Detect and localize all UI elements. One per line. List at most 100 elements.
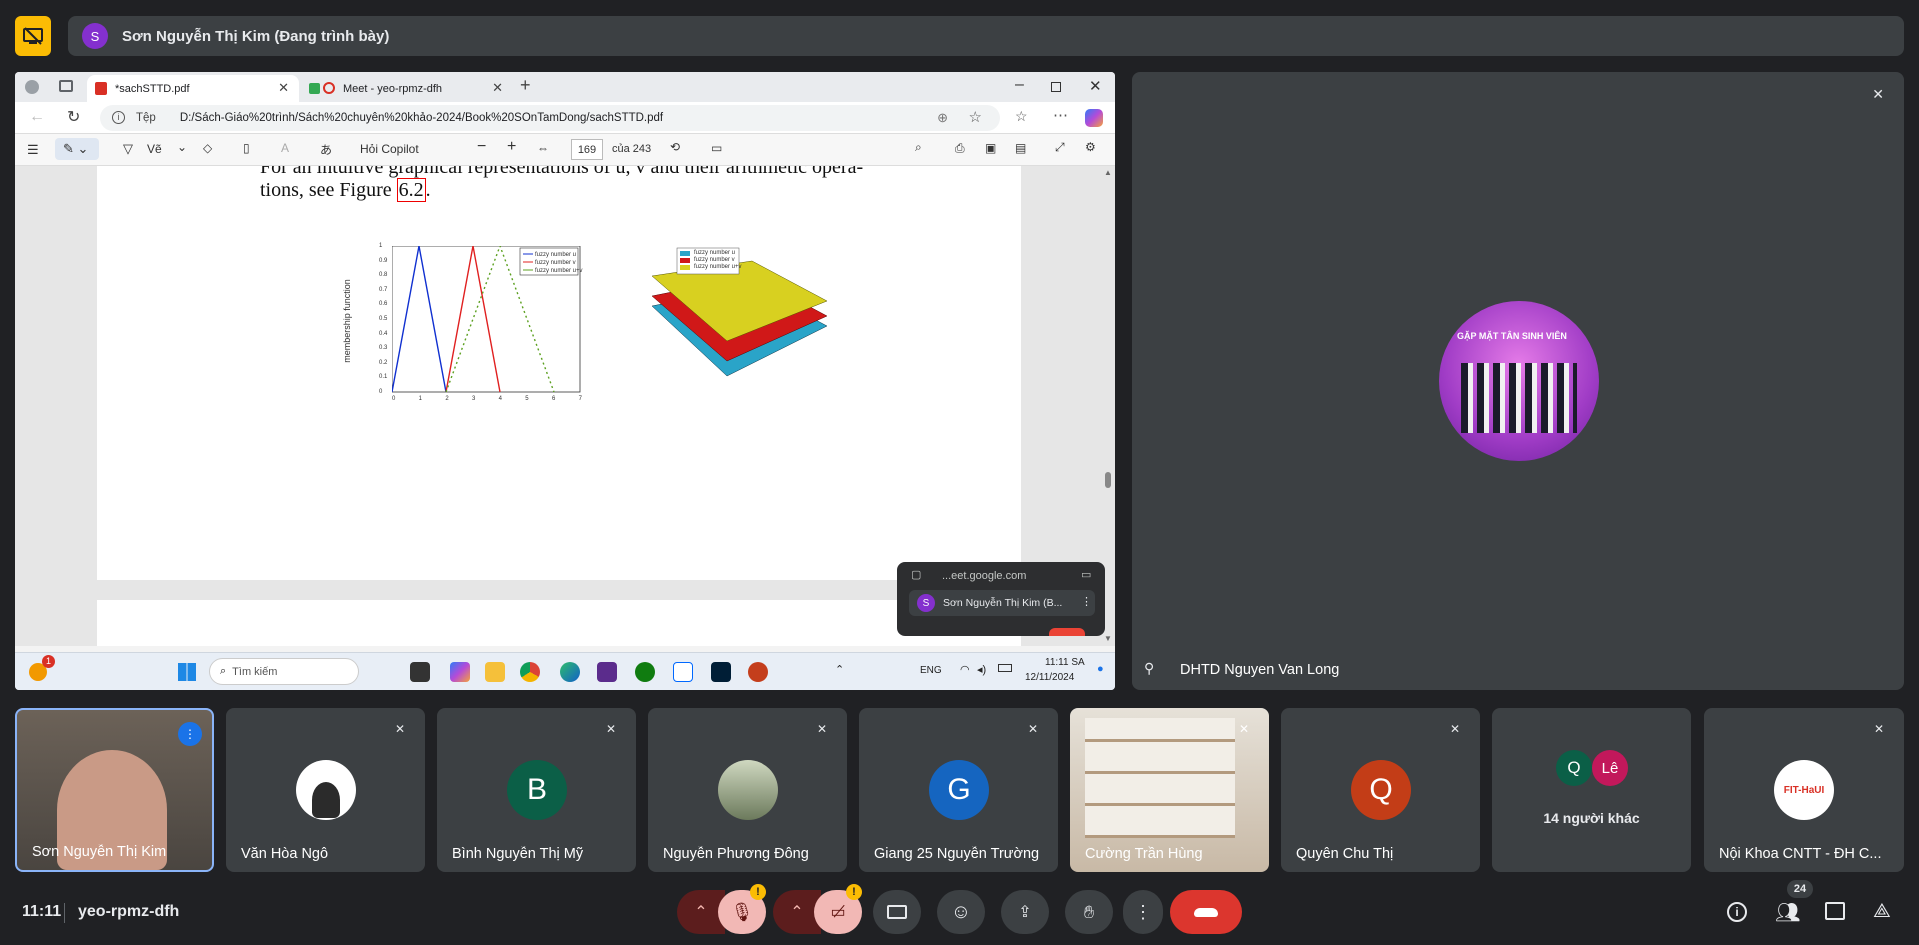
stop-presenting-icon[interactable]: [15, 16, 51, 56]
back-icon[interactable]: ←: [29, 108, 45, 126]
figure-link[interactable]: 6.2: [396, 178, 426, 202]
zalo-icon[interactable]: [673, 662, 693, 682]
text-view-icon[interactable]: ▯: [243, 141, 250, 155]
close-tab-icon[interactable]: ✕: [492, 80, 503, 96]
translate-icon[interactable]: あ: [320, 141, 332, 158]
tray-expand-icon[interactable]: ⌃: [835, 663, 844, 676]
stage-people: [1461, 363, 1577, 433]
page-view-icon[interactable]: ▭: [711, 141, 722, 155]
photoshop-icon[interactable]: [711, 662, 731, 682]
meeting-info-icon[interactable]: i: [1727, 902, 1747, 922]
participant-name: Nội Khoa CNTT - ĐH C...: [1719, 846, 1882, 862]
pin-icon[interactable]: ⚲: [1144, 660, 1154, 677]
print-icon[interactable]: ⎙: [955, 141, 965, 156]
windows-start-icon[interactable]: [178, 663, 196, 681]
participant-tile[interactable]: ✕ FIT-HaUI Nội Khoa CNTT - ĐH C...: [1704, 708, 1904, 872]
wifi-icon[interactable]: ◠: [960, 663, 970, 676]
new-tab-icon[interactable]: +: [520, 75, 531, 96]
draw-label[interactable]: Vẽ: [147, 142, 162, 156]
chevron-down-icon[interactable]: ⌄: [177, 140, 187, 154]
tab-actions-icon[interactable]: [59, 80, 73, 92]
meet-icon: [309, 83, 320, 94]
restore-icon[interactable]: [1051, 82, 1061, 92]
copilot-app-icon[interactable]: [450, 662, 470, 682]
popup-end-button[interactable]: [1049, 628, 1085, 636]
scroll-down-icon[interactable]: ▼: [1104, 634, 1112, 643]
fullscreen-icon[interactable]: ⤢: [1055, 140, 1065, 155]
page-number-input[interactable]: 169: [571, 139, 603, 160]
xbox-icon[interactable]: [635, 662, 655, 682]
favorite-icon[interactable]: ☆: [969, 108, 982, 126]
taskbar-date[interactable]: 12/11/2024: [1025, 672, 1074, 683]
tab-meet[interactable]: Meet - yeo-rpmz-dfh ✕: [303, 75, 513, 102]
captions-icon: [887, 905, 907, 919]
close-tab-icon[interactable]: ✕: [278, 80, 289, 96]
url-field[interactable]: i Tệp D:/Sách-Giáo%20trình/Sách%20chuyên…: [100, 105, 1000, 131]
lang-label[interactable]: ENG: [920, 665, 942, 676]
more-options-button[interactable]: ⋮: [1123, 890, 1163, 934]
popup-participant[interactable]: S Sơn Nguyễn Thị Kim (B...: [909, 590, 1095, 616]
chrome-icon[interactable]: [520, 662, 540, 682]
copilot-label[interactable]: Hỏi Copilot: [360, 142, 419, 156]
text-options-icon[interactable]: A: [281, 141, 289, 155]
participant-name: Sơn Nguyễn Thị Kim: [32, 844, 167, 860]
save-icon[interactable]: ▣: [985, 141, 996, 155]
zoom-icon[interactable]: ⊕: [937, 110, 948, 126]
present-button[interactable]: ⇪: [1001, 890, 1049, 934]
battery-icon[interactable]: [998, 664, 1012, 672]
pdf-icon: [95, 82, 107, 95]
close-window-icon[interactable]: ✕: [1089, 77, 1102, 95]
others-tile[interactable]: Q Lê 14 người khác: [1492, 708, 1691, 872]
chat-icon[interactable]: [1825, 902, 1845, 920]
save-as-icon[interactable]: ▤: [1015, 141, 1026, 155]
taskbar-search[interactable]: ⌕ Tìm kiếm: [209, 658, 359, 685]
raise-hand-button[interactable]: ✋︎: [1065, 890, 1113, 934]
copilot-icon[interactable]: [1085, 109, 1103, 127]
fit-page-icon[interactable]: ⇔: [537, 141, 549, 155]
mic-off-icon: ✕: [1874, 722, 1885, 736]
participant-tile[interactable]: ✕ Văn Hòa Ngô: [226, 708, 425, 872]
zoom-in-icon[interactable]: +: [507, 138, 516, 156]
bookshelf-video: [1085, 718, 1235, 838]
draw-icon[interactable]: ▽: [123, 141, 133, 157]
rotate-icon[interactable]: ⟲: [670, 140, 680, 154]
highlight-icon[interactable]: ✎ ⌄: [55, 138, 99, 160]
participant-tile[interactable]: ✕ B Bình Nguyễn Thị Mỹ: [437, 708, 636, 872]
file-explorer-icon[interactable]: [485, 662, 505, 682]
participant-tile[interactable]: ✕ Q Quyên Chu Thị: [1281, 708, 1480, 872]
favorites-icon[interactable]: ☆: [1015, 108, 1028, 125]
participant-tile-self[interactable]: ⋮ Sơn Nguyễn Thị Kim: [15, 708, 214, 872]
minimize-icon[interactable]: –: [1015, 76, 1024, 94]
task-view-icon[interactable]: [410, 662, 430, 682]
participant-tile[interactable]: ✕ Nguyễn Phương Đông: [648, 708, 847, 872]
refresh-icon[interactable]: ↻: [67, 107, 80, 127]
captions-button[interactable]: [873, 890, 921, 934]
leave-call-button[interactable]: [1170, 890, 1242, 934]
search-icon[interactable]: ⌕: [915, 140, 922, 155]
reactions-button[interactable]: ☺: [937, 890, 985, 934]
settings-icon[interactable]: ⚙: [1085, 140, 1096, 154]
participant-tile[interactable]: ✕ G Giang 25 Nguyễn Trường: [859, 708, 1058, 872]
participant-tile-large[interactable]: ✕ GẶP MẶT TÂN SINH VIÊN ⚲ DHTD Nguyen Va…: [1132, 72, 1904, 690]
scroll-up-icon[interactable]: ▲: [1104, 168, 1112, 177]
more-icon[interactable]: ⋯: [1053, 106, 1068, 124]
zoom-out-icon[interactable]: −: [477, 138, 486, 156]
popup-more-icon[interactable]: ⋮: [1081, 595, 1092, 608]
app-icon[interactable]: [597, 662, 617, 682]
activities-icon[interactable]: ⟁: [1873, 900, 1891, 923]
contents-icon[interactable]: ☰: [27, 142, 39, 158]
powerpoint-icon[interactable]: [748, 662, 768, 682]
x-ticks: 0 1 2 3 4 5 6 7: [392, 396, 582, 402]
profile-icon[interactable]: [25, 80, 39, 94]
eraser-icon[interactable]: ◇: [203, 141, 212, 155]
popup-camera-icon[interactable]: ▭: [1081, 568, 1091, 581]
people-icon[interactable]: 👥︎: [1775, 900, 1800, 925]
volume-icon[interactable]: ◂): [977, 663, 986, 676]
edge-icon[interactable]: [560, 662, 580, 682]
y-tick: 0.2: [379, 359, 388, 366]
notification-bell-icon[interactable]: ●: [1097, 663, 1104, 675]
taskbar-time[interactable]: 11:11 SA: [1045, 657, 1085, 668]
scroll-thumb[interactable]: [1105, 472, 1111, 488]
tab-pdf[interactable]: *sachSTTD.pdf ✕: [87, 75, 299, 102]
participant-tile[interactable]: ✕ Cường Trần Hùng: [1070, 708, 1269, 872]
